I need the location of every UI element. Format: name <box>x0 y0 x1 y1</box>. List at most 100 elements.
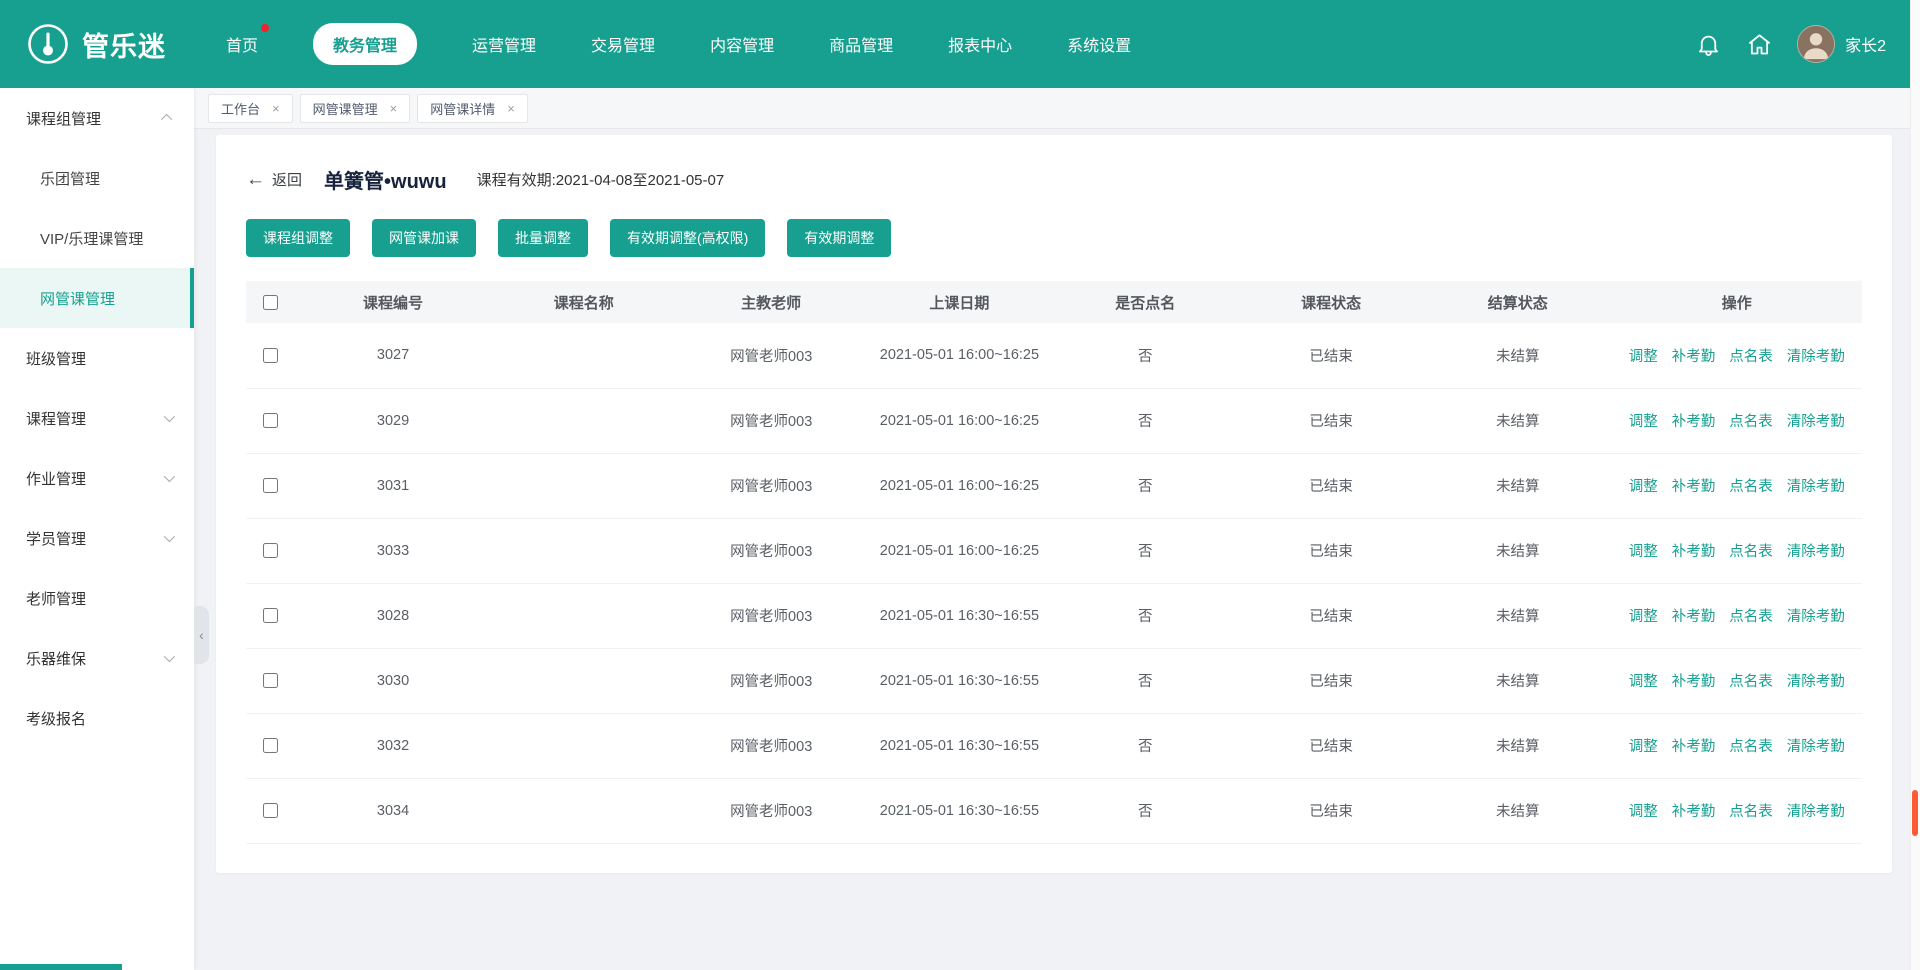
nav-item-content-mgmt[interactable]: 内容管理 <box>710 32 774 56</box>
bell-icon[interactable] <box>1695 31 1722 58</box>
sidebar-item-orchestra-mgmt[interactable]: 乐团管理 <box>0 148 194 208</box>
col-course-name: 课程名称 <box>492 281 676 323</box>
makeup-attendance-link[interactable]: 补考勤 <box>1672 674 1716 690</box>
back-button[interactable]: ← 返回 <box>246 169 302 190</box>
cell-settlement: 未结算 <box>1424 453 1611 518</box>
rollcall-sheet-link[interactable]: 点名表 <box>1729 609 1773 625</box>
tab-online-course-detail[interactable]: 网管课详情 × <box>417 94 528 123</box>
row-checkbox[interactable] <box>263 413 278 428</box>
row-checkbox[interactable] <box>263 608 278 623</box>
course-group-adjust-button[interactable]: 课程组调整 <box>246 219 350 257</box>
row-actions: 调整补考勤点名表清除考勤 <box>1611 453 1862 518</box>
makeup-attendance-link[interactable]: 补考勤 <box>1672 739 1716 755</box>
sidebar-item-class-mgmt[interactable]: 班级管理 <box>0 328 194 388</box>
rollcall-sheet-link[interactable]: 点名表 <box>1729 674 1773 690</box>
sidebar-collapse-handle[interactable]: ‹ <box>194 606 209 664</box>
tab-workbench[interactable]: 工作台 × <box>208 94 293 123</box>
col-actions: 操作 <box>1611 281 1862 323</box>
adjust-link[interactable]: 调整 <box>1629 479 1658 495</box>
cell-rollcall: 否 <box>1052 648 1238 713</box>
rollcall-sheet-link[interactable]: 点名表 <box>1729 739 1773 755</box>
page-head: ← 返回 单簧管•wuwu 课程有效期:2021-04-08至2021-05-0… <box>246 159 1862 199</box>
tab-close-icon[interactable]: × <box>272 102 280 115</box>
sidebar-item-course-group-mgmt[interactable]: 课程组管理 <box>0 88 194 148</box>
table-row: 3027 网管老师003 2021-05-01 16:00~16:25 否 已结… <box>246 323 1862 388</box>
select-all-checkbox[interactable] <box>263 295 278 310</box>
makeup-attendance-link[interactable]: 补考勤 <box>1672 414 1716 430</box>
rollcall-sheet-link[interactable]: 点名表 <box>1729 414 1773 430</box>
sidebar-item-teacher-mgmt[interactable]: 老师管理 <box>0 568 194 628</box>
row-checkbox[interactable] <box>263 543 278 558</box>
adjust-link[interactable]: 调整 <box>1629 349 1658 365</box>
clear-attendance-link[interactable]: 清除考勤 <box>1787 804 1845 820</box>
col-settlement: 结算状态 <box>1424 281 1611 323</box>
sidebar-item-exam-registration[interactable]: 考级报名 <box>0 688 194 748</box>
sidebar: 课程组管理 乐团管理 VIP/乐理课管理 网管课管理 班级管理 课程管理 作业管… <box>0 88 194 970</box>
tab-close-icon[interactable]: × <box>507 102 515 115</box>
cell-teacher: 网管老师003 <box>676 518 867 583</box>
validity-adjust-high-privilege-button[interactable]: 有效期调整(高权限) <box>610 219 765 257</box>
clear-attendance-link[interactable]: 清除考勤 <box>1787 479 1845 495</box>
nav-item-report-center[interactable]: 报表中心 <box>948 32 1012 56</box>
makeup-attendance-link[interactable]: 补考勤 <box>1672 609 1716 625</box>
app-body: 课程组管理 乐团管理 VIP/乐理课管理 网管课管理 班级管理 课程管理 作业管… <box>0 88 1920 970</box>
clear-attendance-link[interactable]: 清除考勤 <box>1787 674 1845 690</box>
nav-item-operations-mgmt[interactable]: 运营管理 <box>472 32 536 56</box>
nav-item-home[interactable]: 首页 <box>226 32 258 56</box>
clear-attendance-link[interactable]: 清除考勤 <box>1787 609 1845 625</box>
nav-item-system-settings[interactable]: 系统设置 <box>1067 32 1131 56</box>
clear-attendance-link[interactable]: 清除考勤 <box>1787 414 1845 430</box>
adjust-link[interactable]: 调整 <box>1629 804 1658 820</box>
clear-attendance-link[interactable]: 清除考勤 <box>1787 544 1845 560</box>
cell-settlement: 未结算 <box>1424 648 1611 713</box>
cell-status: 已结束 <box>1238 453 1424 518</box>
sidebar-item-vip-theory-mgmt[interactable]: VIP/乐理课管理 <box>0 208 194 268</box>
validity-adjust-button[interactable]: 有效期调整 <box>787 219 891 257</box>
row-checkbox[interactable] <box>263 673 278 688</box>
rollcall-sheet-link[interactable]: 点名表 <box>1729 479 1773 495</box>
nav-item-trade-mgmt[interactable]: 交易管理 <box>591 32 655 56</box>
adjust-link[interactable]: 调整 <box>1629 739 1658 755</box>
sidebar-item-homework-mgmt[interactable]: 作业管理 <box>0 448 194 508</box>
batch-adjust-button[interactable]: 批量调整 <box>498 219 588 257</box>
row-actions: 调整补考勤点名表清除考勤 <box>1611 778 1862 843</box>
row-checkbox[interactable] <box>263 478 278 493</box>
tab-close-icon[interactable]: × <box>390 102 398 115</box>
clear-attendance-link[interactable]: 清除考勤 <box>1787 739 1845 755</box>
makeup-attendance-link[interactable]: 补考勤 <box>1672 544 1716 560</box>
rollcall-sheet-link[interactable]: 点名表 <box>1729 804 1773 820</box>
rollcall-sheet-link[interactable]: 点名表 <box>1729 544 1773 560</box>
adjust-link[interactable]: 调整 <box>1629 544 1658 560</box>
sidebar-item-label: 学员管理 <box>26 528 86 549</box>
adjust-link[interactable]: 调整 <box>1629 674 1658 690</box>
cell-date: 2021-05-01 16:00~16:25 <box>867 388 1053 453</box>
adjust-link[interactable]: 调整 <box>1629 609 1658 625</box>
nav-item-goods-mgmt[interactable]: 商品管理 <box>829 32 893 56</box>
page-content: ← 返回 单簧管•wuwu 课程有效期:2021-04-08至2021-05-0… <box>194 129 1920 970</box>
sidebar-item-student-mgmt[interactable]: 学员管理 <box>0 508 194 568</box>
row-checkbox[interactable] <box>263 348 278 363</box>
add-online-course-button[interactable]: 网管课加课 <box>372 219 476 257</box>
sidebar-item-course-mgmt[interactable]: 课程管理 <box>0 388 194 448</box>
clear-attendance-link[interactable]: 清除考勤 <box>1787 349 1845 365</box>
chevron-up-icon <box>161 114 172 125</box>
horizontal-scrollbar-thumb[interactable] <box>0 964 122 970</box>
cell-course-id: 3033 <box>294 518 491 583</box>
row-checkbox[interactable] <box>263 803 278 818</box>
makeup-attendance-link[interactable]: 补考勤 <box>1672 804 1716 820</box>
brand[interactable]: 管乐迷 <box>26 22 166 66</box>
sidebar-item-online-course-mgmt[interactable]: 网管课管理 <box>0 268 194 328</box>
nav-item-academic-mgmt[interactable]: 教务管理 <box>313 23 417 65</box>
sidebar-item-instrument-maintenance[interactable]: 乐器维保 <box>0 628 194 688</box>
tab-online-course-mgmt[interactable]: 网管课管理 × <box>300 94 411 123</box>
user-menu[interactable]: 家长2 <box>1797 25 1886 63</box>
makeup-attendance-link[interactable]: 补考勤 <box>1672 349 1716 365</box>
row-checkbox[interactable] <box>263 738 278 753</box>
home-icon[interactable] <box>1746 31 1773 58</box>
vertical-scrollbar-thumb[interactable] <box>1912 790 1918 836</box>
rollcall-sheet-link[interactable]: 点名表 <box>1729 349 1773 365</box>
adjust-link[interactable]: 调整 <box>1629 414 1658 430</box>
tab-label: 网管课详情 <box>430 99 495 118</box>
makeup-attendance-link[interactable]: 补考勤 <box>1672 479 1716 495</box>
table-row: 3028 网管老师003 2021-05-01 16:30~16:55 否 已结… <box>246 583 1862 648</box>
